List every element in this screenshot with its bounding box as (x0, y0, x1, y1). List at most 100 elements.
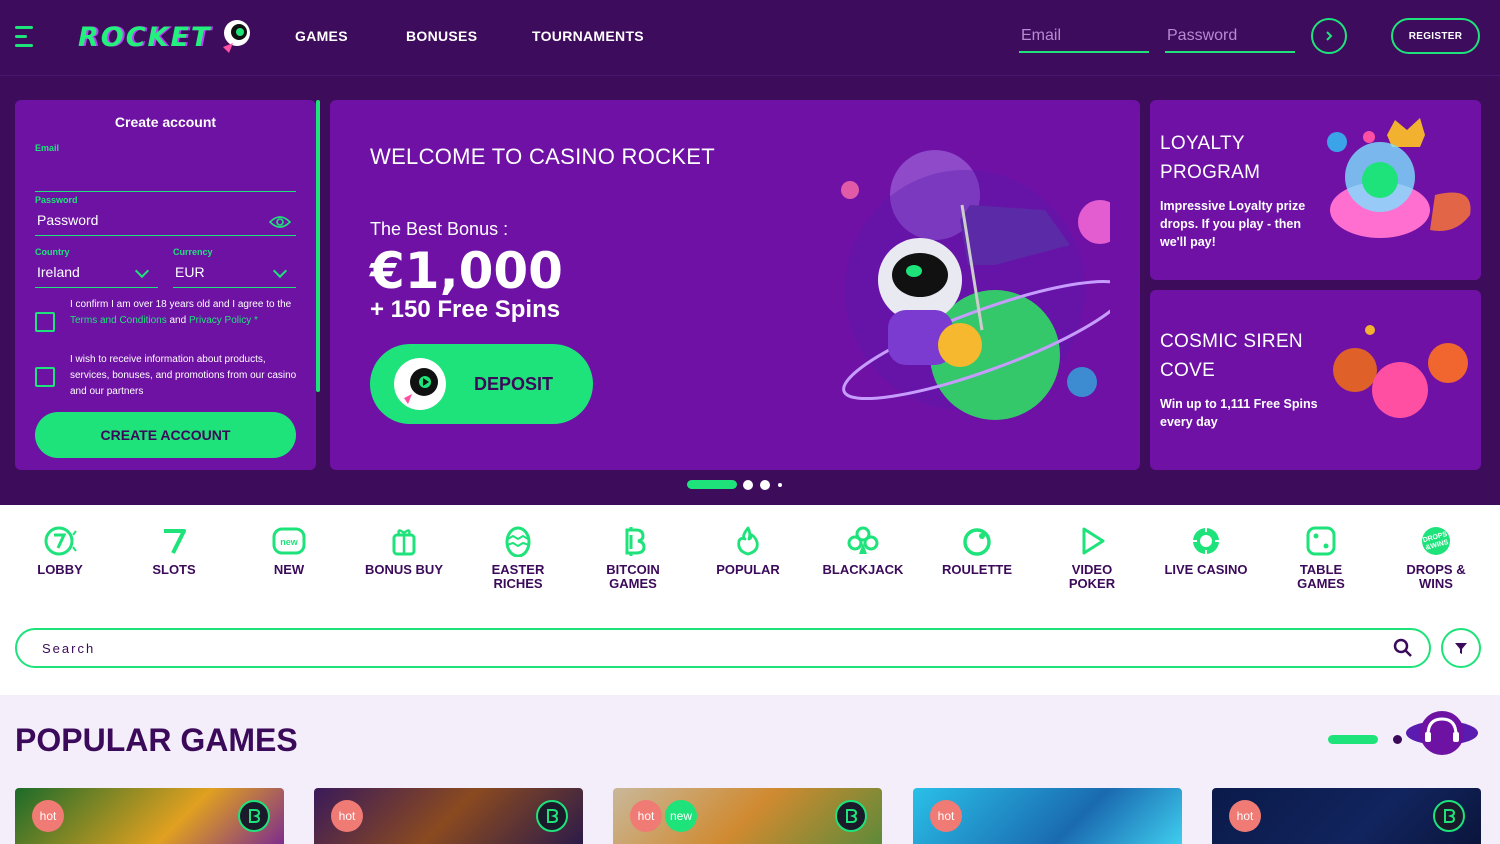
chevron-right-icon (1326, 31, 1333, 41)
category-roulette[interactable]: ROULETTE (920, 525, 1034, 577)
age-confirm-prefix: I confirm I am over 18 years old and I a… (70, 299, 292, 310)
create-account-button[interactable]: CREATE ACCOUNT (35, 412, 296, 458)
support-icon[interactable] (1405, 705, 1480, 761)
pagination-active[interactable] (1328, 735, 1378, 744)
game-card[interactable]: hot (314, 788, 583, 844)
category-label: POPULAR (716, 562, 780, 577)
roulette-icon (963, 528, 991, 556)
carousel-dot-active[interactable] (687, 480, 737, 489)
category-live-casino[interactable]: LIVE CASINO (1149, 525, 1263, 577)
game-card[interactable]: hot new (613, 788, 882, 844)
promo-cosmic-siren[interactable]: COSMIC SIREN COVE Win up to 1,111 Free S… (1150, 290, 1481, 470)
password-field[interactable]: Password (35, 212, 296, 236)
category-drops-wins[interactable]: DROPS &WINS DROPS & WINS (1379, 525, 1493, 591)
clubs-icon (847, 526, 879, 554)
category-easter-riches[interactable]: EASTER RICHES (461, 525, 575, 591)
age-confirm-and: and (166, 315, 189, 326)
search-icon[interactable] (1393, 638, 1413, 658)
site-header: ROCKET GAMES BONUSES TOURNAMENTS REGISTE… (0, 0, 1500, 75)
carousel-dot[interactable] (778, 483, 782, 487)
promo-text: Win up to 1,111 Free Spins every day (1160, 397, 1318, 429)
menu-icon[interactable] (15, 26, 33, 48)
eye-icon[interactable] (269, 214, 291, 230)
promo-title-line1: LOYALTY (1160, 133, 1245, 154)
orbs-illustration (1333, 325, 1468, 418)
welcome-banner[interactable]: WELCOME TO CASINO ROCKET The Best Bonus … (330, 100, 1140, 470)
nav-bonuses[interactable]: BONUSES (406, 28, 477, 44)
hot-tag: hot (1229, 800, 1261, 832)
category-label-line2: GAMES (1297, 576, 1345, 591)
section-title: POPULAR GAMES (15, 722, 298, 758)
new-icon: new (272, 527, 306, 555)
filter-button[interactable] (1441, 628, 1481, 668)
header-password-input[interactable] (1165, 20, 1295, 53)
category-label: LIVE CASINO (1164, 562, 1248, 577)
category-video-poker[interactable]: VIDEO POKER (1035, 525, 1149, 591)
email-field[interactable] (35, 160, 296, 192)
marketing-checkbox[interactable] (35, 367, 55, 387)
category-label: BITCOIN (606, 562, 660, 577)
promo-title-line2: COVE (1160, 360, 1216, 381)
nav-tournaments[interactable]: TOURNAMENTS (532, 28, 644, 44)
search-input[interactable]: Search (15, 628, 1431, 668)
game-card[interactable]: hot (1212, 788, 1481, 844)
privacy-link[interactable]: Privacy Policy (189, 315, 251, 326)
required-star: * (251, 315, 258, 326)
register-button[interactable]: REGISTER (1391, 18, 1480, 54)
create-account-title: Create account (114, 114, 217, 130)
category-label: VIDEO (1071, 562, 1113, 577)
marketing-text: I wish to receive information about prod… (70, 354, 297, 397)
category-bonus-buy[interactable]: BONUS BUY (347, 525, 461, 577)
bitcoin-icon (835, 800, 867, 832)
deposit-label: DEPOSIT (474, 374, 554, 394)
password-value: Password (37, 212, 99, 228)
play-icon (1082, 527, 1105, 555)
country-value: Ireland (37, 264, 80, 280)
slots-icon (164, 529, 186, 554)
bitcoin-icon (238, 800, 270, 832)
bitcoin-icon (536, 800, 568, 832)
filter-icon (1455, 643, 1467, 654)
logo-text: ROCKET (78, 21, 212, 53)
banner-subtitle: The Best Bonus : (370, 219, 509, 239)
create-account-panel: Create account Email Password Password C… (15, 100, 316, 470)
logo[interactable]: ROCKET (78, 16, 255, 58)
currency-value: EUR (175, 264, 205, 280)
bitcoin-icon (625, 527, 646, 556)
game-card[interactable]: hot (15, 788, 284, 844)
lobby-icon (44, 526, 77, 556)
category-label: BONUS BUY (364, 562, 443, 577)
terms-link[interactable]: Terms and Conditions (70, 315, 167, 326)
deposit-button[interactable]: DEPOSIT (370, 344, 593, 424)
scrollbar[interactable] (316, 100, 320, 392)
promo-text: Impressive Loyalty prize drops. If you p… (1160, 199, 1306, 249)
category-label: NEW (273, 562, 305, 577)
currency-label: Currency (173, 247, 213, 257)
carousel-dot[interactable] (760, 480, 770, 490)
category-label-line2: GAMES (609, 576, 657, 591)
pagination-dot[interactable] (1393, 735, 1402, 744)
age-confirm-text: I confirm I am over 18 years old and I a… (70, 297, 300, 329)
nav-games[interactable]: GAMES (295, 28, 348, 44)
gift-icon (392, 529, 416, 556)
bitcoin-icon (1433, 800, 1465, 832)
header-email-input[interactable] (1019, 20, 1149, 53)
category-lobby[interactable]: LOBBY (3, 525, 117, 577)
promo-title-line1: COSMIC SIREN (1160, 331, 1303, 352)
new-tag: new (665, 800, 697, 832)
game-card[interactable]: hot (913, 788, 1182, 844)
category-bitcoin-games[interactable]: BITCOIN GAMES (576, 525, 690, 591)
category-slots[interactable]: SLOTS (117, 525, 231, 577)
login-button[interactable] (1311, 18, 1347, 54)
category-label-line2: RICHES (493, 576, 543, 591)
country-label: Country (35, 247, 70, 257)
live-icon (1193, 528, 1219, 554)
category-table-games[interactable]: TABLE GAMES (1264, 525, 1378, 591)
carousel-dot[interactable] (743, 480, 753, 490)
age-confirm-checkbox[interactable] (35, 312, 55, 332)
astronaut-icon (223, 20, 251, 53)
promo-loyalty[interactable]: LOYALTY PROGRAM Impressive Loyalty prize… (1150, 100, 1481, 280)
category-blackjack[interactable]: BLACKJACK (806, 525, 920, 577)
category-new[interactable]: new NEW (232, 525, 346, 577)
category-popular[interactable]: POPULAR (691, 525, 805, 577)
